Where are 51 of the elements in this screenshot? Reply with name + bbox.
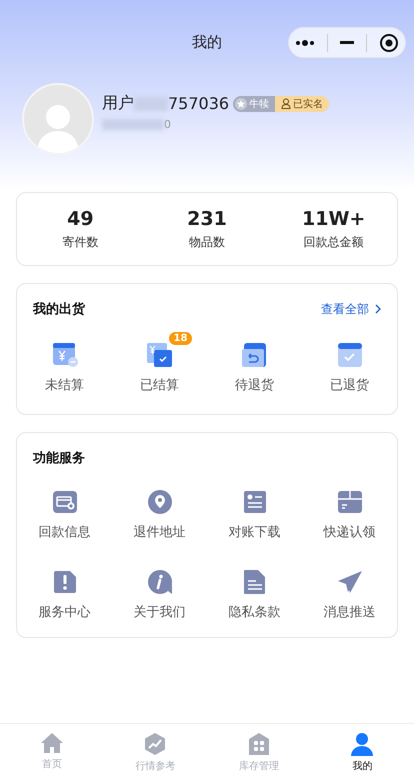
service-item[interactable]: 回款信息 [17,489,112,541]
blurred-text [102,119,164,130]
warehouse-icon [246,732,271,756]
chart-hexagon-icon [144,732,166,756]
close-target-icon[interactable] [379,32,399,52]
box-check-icon [336,342,364,368]
service-item[interactable]: 关于我们 [112,569,207,621]
chevron-right-icon [375,304,381,314]
shipment-status-item[interactable]: 已退货 [302,330,397,394]
info-icon [146,569,172,595]
shipment-status-item[interactable]: 待退货 [207,330,302,394]
username-suffix: 757036 [168,94,230,113]
view-all-link[interactable]: 查看全部 [321,300,381,318]
stat-value: 231 [187,208,227,230]
stat-label: 物品数 [189,234,225,250]
count-badge: 18 [168,331,194,346]
paper-plane-icon [336,570,362,594]
wallet-icon [50,342,78,368]
service-item[interactable]: 隐私条款 [207,569,302,621]
star-icon [235,98,248,110]
verified-badge: 已实名 [275,96,330,112]
person-outline-icon [281,98,292,109]
service-item[interactable]: 快递认领 [302,489,397,541]
service-item[interactable]: 对账下载 [207,489,302,541]
home-icon [40,732,64,754]
stat-label: 回款总金额 [304,234,364,250]
shipment-status-item[interactable]: 未结算 [17,330,112,394]
card-icon [52,490,78,514]
level-badge: 牛犊 [233,96,276,112]
form-icon [242,490,266,514]
document-icon [242,569,266,595]
section-title: 我的出货 [33,301,85,318]
service-item[interactable]: 退件地址 [112,489,207,541]
wallet-check-icon [146,342,174,368]
stat-value: 49 [67,208,94,230]
tab-item[interactable]: 我的 [310,724,414,780]
page-title: 我的 [192,32,222,52]
username-prefix: 用户 [102,93,134,114]
stat-value: 11W+ [302,208,366,230]
location-pin-icon [146,489,172,515]
more-icon[interactable] [295,40,315,46]
service-item[interactable]: 消息推送 [302,569,397,621]
stat-label: 寄件数 [62,234,98,250]
user-icon [350,732,374,756]
phone-number: 0 [164,118,171,131]
alert-document-icon [52,570,76,594]
section-title: 功能服务 [33,450,85,467]
box-icon [336,490,362,514]
shipment-status-item[interactable]: 18 已结算 [112,330,207,394]
service-item[interactable]: 服务中心 [17,569,112,621]
return-box-icon [240,342,268,368]
